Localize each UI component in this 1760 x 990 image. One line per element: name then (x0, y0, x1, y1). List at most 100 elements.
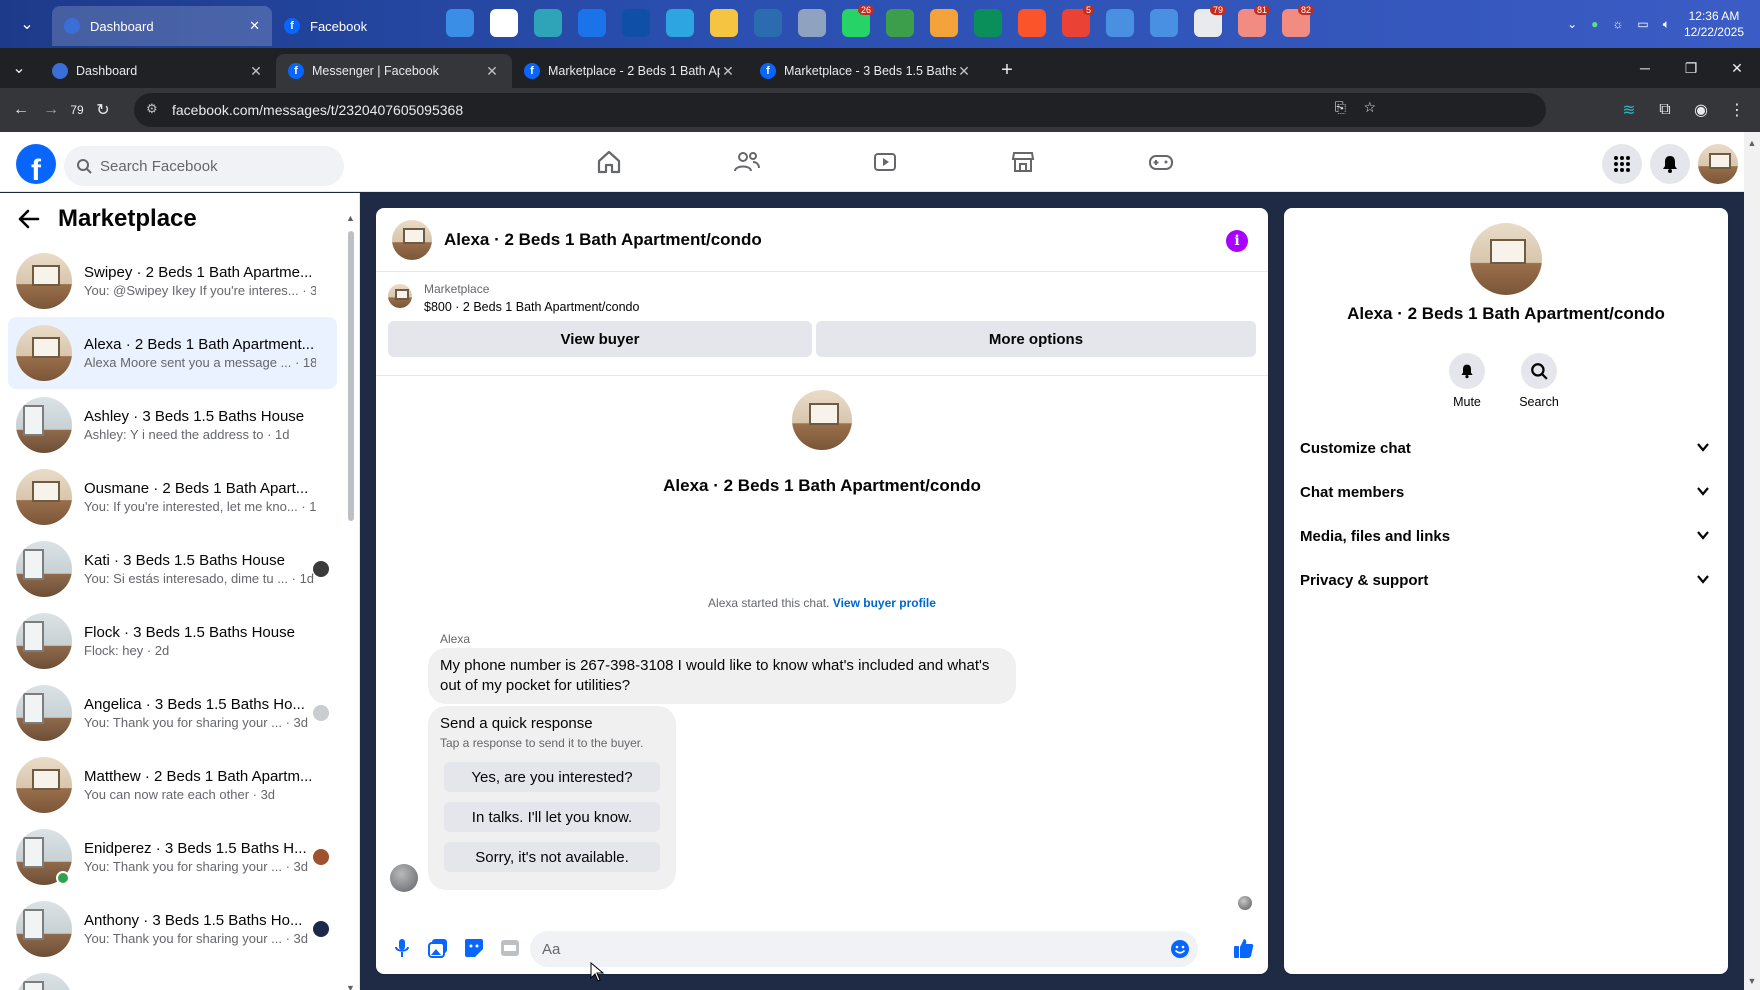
intro-avatar[interactable] (792, 390, 852, 450)
page-scrollbar[interactable]: ▲ ▼ (1744, 132, 1760, 990)
chevron-up-icon[interactable]: ⌄ (1567, 17, 1577, 31)
extension-wave-icon[interactable]: ≋ (1614, 95, 1644, 125)
view-buyer-button[interactable]: View buyer (388, 321, 812, 357)
info-panel-avatar[interactable] (1470, 223, 1542, 295)
taskbar-app-16[interactable] (1144, 3, 1184, 43)
tab-search-button[interactable]: ⌄ (4, 53, 34, 83)
taskbar-app-7[interactable] (748, 3, 788, 43)
quick-response-yes[interactable]: Yes, are you interested? (444, 762, 660, 792)
taskbar-app-11[interactable] (924, 3, 964, 43)
conversation-item[interactable]: Ousmane · 2 Beds 1 Bath Apart... You: If … (8, 461, 337, 533)
browser-tab-messenger[interactable]: f Messenger | Facebook ✕ (276, 54, 512, 88)
quick-response-in-talks[interactable]: In talks. I'll let you know. (444, 802, 660, 832)
nav-gaming[interactable] (1092, 132, 1230, 192)
close-icon[interactable]: ✕ (484, 63, 500, 80)
nav-friends[interactable] (678, 132, 816, 192)
site-info-icon[interactable]: ⚙ (146, 101, 158, 117)
gif-button[interactable] (492, 930, 528, 966)
section-chat-members[interactable]: Chat members (1298, 470, 1718, 514)
taskbar-app-18[interactable]: 81 (1232, 3, 1272, 43)
sticker-button[interactable] (456, 930, 492, 966)
sidebar-scroll-thumb[interactable] (348, 231, 354, 521)
taskbar-app-6[interactable] (704, 3, 744, 43)
attach-photo-button[interactable] (420, 930, 456, 966)
profile-icon[interactable]: ◉ (1686, 95, 1716, 125)
taskbar-tab-dashboard[interactable]: Dashboard ✕ (52, 6, 272, 46)
close-icon[interactable]: ✕ (249, 18, 260, 34)
sidebar-scrollbar[interactable]: ▲ ▼ (346, 213, 355, 990)
network-icon[interactable]: ● (1591, 17, 1598, 31)
conversation-item[interactable]: Kati · 3 Beds 1.5 Baths House You: Si est… (8, 533, 337, 605)
taskbar-app-15[interactable] (1100, 3, 1140, 43)
info-icon[interactable]: i (1226, 230, 1248, 252)
volume-icon[interactable]: 🔈︎ (1663, 17, 1670, 32)
restore-icon[interactable]: ❐ (1668, 48, 1714, 88)
send-like-button[interactable] (1226, 930, 1262, 966)
section-privacy-support[interactable]: Privacy & support (1298, 558, 1718, 602)
taskbar-app-17[interactable]: 79 (1188, 3, 1228, 43)
close-icon[interactable]: ✕ (956, 63, 972, 80)
chat-avatar[interactable] (392, 219, 432, 260)
conversation-item[interactable]: Matthew · 2 Beds 1 Bath Apartm... You can… (8, 749, 337, 821)
scroll-down-arrow-icon[interactable]: ▼ (1744, 976, 1760, 986)
mute-button[interactable] (1449, 353, 1485, 389)
section-media-files-links[interactable]: Media, files and links (1298, 514, 1718, 558)
minimize-icon[interactable]: ─ (1622, 48, 1668, 88)
taskbar-app-4[interactable] (616, 3, 656, 43)
message-input[interactable]: Aa (530, 931, 1198, 967)
conversation-item[interactable]: Swipey · 2 Beds 1 Bath Apartme... You: @S… (8, 245, 337, 317)
back-arrow-icon[interactable] (18, 209, 40, 229)
nav-marketplace[interactable] (954, 132, 1092, 192)
taskbar-app-13[interactable] (1012, 3, 1052, 43)
conversation-item[interactable]: Ashley · 3 Beds 1.5 Baths House Ashley: Y… (8, 389, 337, 461)
menu-kebab-icon[interactable]: ⋮ (1722, 95, 1752, 125)
notifications-button[interactable] (1650, 144, 1690, 184)
conversation-item[interactable]: Angelica · 3 Beds 1.5 Baths Ho... You: Th… (8, 677, 337, 749)
section-customize-chat[interactable]: Customize chat (1298, 426, 1718, 470)
taskbar-app-8[interactable] (792, 3, 832, 43)
taskbar-tab-dropdown[interactable]: ⌄ (12, 9, 42, 39)
more-options-button[interactable]: More options (816, 321, 1256, 357)
search-in-chat-button[interactable] (1521, 353, 1557, 389)
close-icon[interactable]: ✕ (720, 63, 736, 80)
facebook-logo-icon[interactable]: f (16, 144, 56, 184)
new-tab-button[interactable]: + (992, 55, 1022, 85)
back-arrow-icon[interactable]: ← (6, 95, 36, 125)
conversation-item[interactable]: Anthony · 3 Beds 1.5 Baths Ho... You: Tha… (8, 893, 337, 965)
taskbar-app-3[interactable] (572, 3, 612, 43)
listing-price-title[interactable]: $800 · 2 Beds 1 Bath Apartment/condo (424, 300, 639, 314)
taskbar-app-12[interactable] (968, 3, 1008, 43)
taskbar-app-19[interactable]: 82 (1276, 3, 1316, 43)
quick-response-not-available[interactable]: Sorry, it's not available. (444, 842, 660, 872)
scroll-up-arrow-icon[interactable]: ▲ (1744, 138, 1760, 148)
close-window-icon[interactable]: ✕ (1714, 48, 1760, 88)
view-buyer-profile-link[interactable]: View buyer profile (833, 596, 936, 610)
incoming-message-bubble[interactable]: My phone number is 267-398-3108 I would … (428, 648, 1016, 704)
browser-tab-dashboard[interactable]: Dashboard ✕ (40, 54, 276, 88)
taskbar-tab-facebook[interactable]: f Facebook (272, 6, 422, 46)
listing-thumbnail[interactable] (388, 284, 412, 308)
sender-avatar[interactable] (390, 864, 418, 892)
voice-clip-button[interactable] (384, 930, 420, 966)
close-icon[interactable]: ✕ (248, 63, 264, 80)
chat-title[interactable]: Alexa · 2 Beds 1 Bath Apartment/condo (444, 230, 762, 250)
clock[interactable]: 12:36 AM 12/22/2025 (1684, 8, 1744, 40)
browser-tab-marketplace-1[interactable]: f Marketplace - 2 Beds 1 Bath Ap ✕ (512, 54, 748, 88)
display-icon[interactable]: ▭ (1637, 17, 1648, 31)
emoji-icon[interactable] (1170, 939, 1190, 959)
brightness-icon[interactable]: ☼ (1612, 17, 1623, 31)
browser-tab-marketplace-2[interactable]: f Marketplace - 3 Beds 1.5 Baths ✕ (748, 54, 984, 88)
taskbar-app-2[interactable] (528, 3, 568, 43)
address-bar[interactable]: ⚙ facebook.com/messages/t/23204076050953… (134, 93, 1546, 127)
install-icon[interactable]: ⎘ (1335, 99, 1346, 116)
taskbar-app-0[interactable] (440, 3, 480, 43)
nav-watch[interactable] (816, 132, 954, 192)
scroll-up-arrow-icon[interactable]: ▲ (346, 213, 355, 223)
scroll-down-arrow-icon[interactable]: ▼ (346, 983, 355, 990)
mute-action[interactable]: Mute (1439, 353, 1495, 409)
nav-home[interactable] (540, 132, 678, 192)
conversation-item[interactable]: Aye · 3 Beds 1.5 Baths House (8, 965, 337, 990)
account-avatar[interactable] (1698, 144, 1738, 184)
taskbar-app-1[interactable] (484, 3, 524, 43)
taskbar-app-14[interactable]: 5 (1056, 3, 1096, 43)
